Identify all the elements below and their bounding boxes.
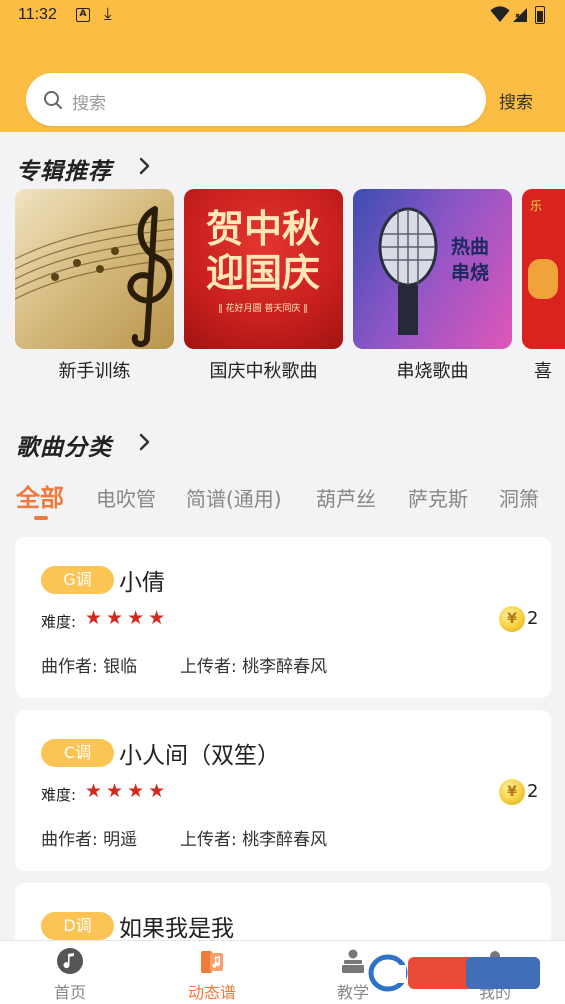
coin-icon: ¥	[499, 779, 525, 805]
coin-count: 2	[527, 781, 539, 802]
wifi-icon	[490, 6, 510, 23]
tab-saxophone[interactable]: 萨克斯	[408, 483, 468, 512]
album-art-text: 热曲 串烧	[451, 236, 490, 284]
search-button[interactable]: 搜索	[499, 88, 533, 113]
star-icon: ★	[148, 607, 166, 629]
key-badge: C调	[41, 739, 114, 767]
nav-dynamic-score[interactable]: 动态谱	[162, 941, 262, 1004]
search-icon	[44, 91, 62, 109]
star-icon: ★	[106, 780, 124, 802]
categories-section-title[interactable]: 歌曲分类	[16, 428, 112, 462]
album-card-national-day[interactable]: 贺中秋 迎国庆 ‖ 花好月圆 普天同庆 ‖	[184, 189, 343, 349]
download-icon: ⤓	[104, 4, 112, 24]
tab-electric-wind[interactable]: 电吹管	[96, 483, 156, 512]
difficulty-stars: ★ ★ ★ ★	[85, 607, 165, 629]
album-card-partial[interactable]: 乐	[522, 189, 565, 349]
difficulty-label: 难度:	[41, 786, 77, 804]
album-card-medley[interactable]: 热曲 串烧	[353, 189, 512, 349]
album-art-text: 乐	[530, 199, 543, 213]
coin-count: 2	[527, 608, 539, 629]
tab-jianpu[interactable]: 简谱(通用)	[186, 483, 282, 512]
song-title: 小人间（双笙）	[119, 743, 280, 769]
status-bar: 11:32 A ⤓	[0, 0, 565, 32]
signal-icon	[513, 8, 527, 22]
album-name[interactable]: 喜	[522, 357, 565, 383]
album-art-caption: ‖ 花好月圆 普天同庆 ‖	[218, 304, 308, 314]
tab-dongxiao[interactable]: 洞箫	[499, 483, 539, 512]
nav-home[interactable]: 首页	[20, 941, 120, 1004]
albums-section-title[interactable]: 专辑推荐	[16, 152, 112, 186]
star-icon: ★	[127, 780, 145, 802]
tab-all[interactable]: 全部	[16, 478, 64, 513]
mascot-art	[528, 259, 558, 299]
uploader: 上传者: 桃李醉春风	[180, 657, 328, 677]
search-input[interactable]: 搜索	[26, 73, 486, 126]
uploader: 上传者: 桃李醉春风	[180, 830, 328, 850]
song-card[interactable]: C调 小人间（双笙） 难度: ★ ★ ★ ★ ¥ 2 曲作者: 明遥 上传者: …	[15, 710, 551, 871]
star-icon: ★	[148, 780, 166, 802]
difficulty-stars: ★ ★ ★ ★	[85, 780, 165, 802]
song-card[interactable]: G调 小倩 难度: ★ ★ ★ ★ ¥ 2 曲作者: 银临 上传者: 桃李醉春风	[15, 537, 551, 698]
chevron-right-icon[interactable]	[139, 157, 151, 175]
key-badge: G调	[41, 566, 114, 594]
treble-clef-art	[15, 206, 174, 347]
star-icon: ★	[106, 607, 124, 629]
notification-a-icon: A	[76, 8, 90, 22]
star-icon: ★	[85, 607, 103, 629]
album-name[interactable]: 新手训练	[15, 357, 174, 383]
difficulty-label: 难度:	[41, 613, 77, 631]
song-title: 如果我是我	[119, 916, 234, 942]
nav-label: 动态谱	[187, 983, 236, 1002]
header: 11:32 A ⤓ 搜索 搜索	[0, 0, 565, 132]
teacher-icon	[342, 949, 364, 973]
chevron-right-icon[interactable]	[139, 433, 151, 451]
key-badge: D调	[41, 912, 114, 940]
tab-hulusi[interactable]: 葫芦丝	[316, 483, 376, 512]
coin-icon: ¥	[499, 606, 525, 632]
watermark-logo	[368, 951, 548, 993]
composer: 曲作者: 明遥	[41, 830, 138, 850]
composer: 曲作者: 银临	[41, 657, 138, 677]
score-icon	[201, 951, 223, 973]
song-title: 小倩	[119, 570, 165, 596]
battery-icon	[535, 6, 545, 24]
album-card-beginner[interactable]	[15, 189, 174, 349]
status-time: 11:32	[18, 6, 57, 23]
album-name[interactable]: 串烧歌曲	[353, 357, 512, 383]
star-icon: ★	[127, 607, 145, 629]
music-note-icon	[57, 948, 83, 974]
nav-label: 首页	[53, 983, 86, 1002]
album-name[interactable]: 国庆中秋歌曲	[184, 357, 343, 383]
search-placeholder: 搜索	[72, 94, 106, 114]
star-icon: ★	[85, 780, 103, 802]
album-art-text: 贺中秋 迎国庆	[206, 206, 321, 295]
active-tab-indicator	[34, 516, 48, 520]
